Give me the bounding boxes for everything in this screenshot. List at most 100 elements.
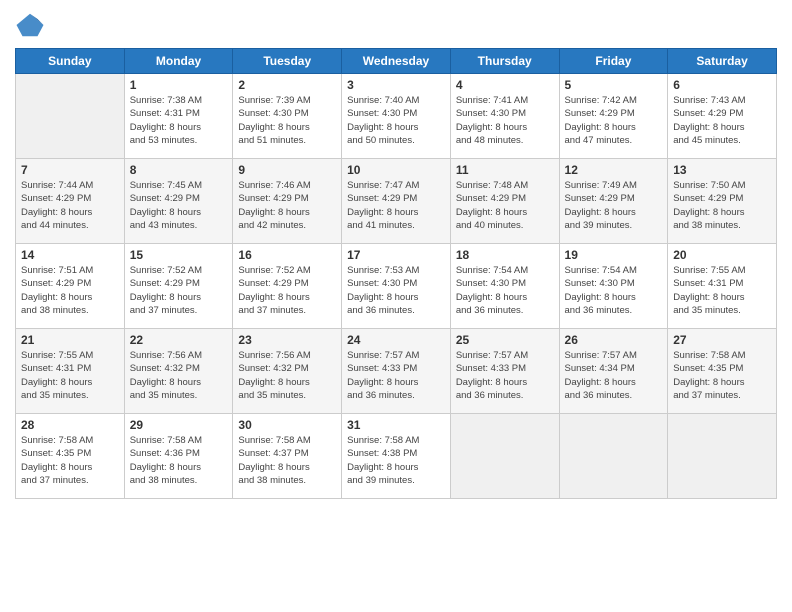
day-info: Sunrise: 7:45 AM Sunset: 4:29 PM Dayligh…: [130, 179, 228, 232]
calendar-cell: 13 Sunrise: 7:50 AM Sunset: 4:29 PM Dayli…: [668, 159, 777, 244]
day-info: Sunrise: 7:57 AM Sunset: 4:33 PM Dayligh…: [347, 349, 445, 402]
day-number: 2: [238, 78, 336, 92]
day-info: Sunrise: 7:48 AM Sunset: 4:29 PM Dayligh…: [456, 179, 554, 232]
week-row-5: 28 Sunrise: 7:58 AM Sunset: 4:35 PM Dayli…: [16, 414, 777, 499]
calendar-cell: 15Sunrise: 7:52 AM Sunset: 4:29 PM Dayli…: [124, 244, 233, 329]
day-info: Sunrise: 7:38 AM Sunset: 4:31 PM Dayligh…: [130, 94, 228, 147]
day-number: 25: [456, 333, 554, 347]
calendar-cell: 24 Sunrise: 7:57 AM Sunset: 4:33 PM Dayli…: [342, 329, 451, 414]
day-number: 8: [130, 163, 228, 177]
calendar-cell: 18Sunrise: 7:54 AM Sunset: 4:30 PM Dayli…: [450, 244, 559, 329]
day-info: Sunrise: 7:56 AM Sunset: 4:32 PM Dayligh…: [238, 349, 336, 402]
weekday-header-friday: Friday: [559, 49, 668, 74]
calendar-cell: 8 Sunrise: 7:45 AM Sunset: 4:29 PM Daylig…: [124, 159, 233, 244]
week-row-2: 7 Sunrise: 7:44 AM Sunset: 4:29 PM Daylig…: [16, 159, 777, 244]
calendar-cell: 6 Sunrise: 7:43 AM Sunset: 4:29 PM Daylig…: [668, 74, 777, 159]
logo: [15, 10, 47, 40]
calendar-cell: [450, 414, 559, 499]
logo-icon: [15, 10, 45, 40]
calendar-cell: 2 Sunrise: 7:39 AM Sunset: 4:30 PM Daylig…: [233, 74, 342, 159]
day-number: 23: [238, 333, 336, 347]
day-info: Sunrise: 7:57 AM Sunset: 4:33 PM Dayligh…: [456, 349, 554, 402]
day-number: 24: [347, 333, 445, 347]
day-info: Sunrise: 7:43 AM Sunset: 4:29 PM Dayligh…: [673, 94, 771, 147]
weekday-header-thursday: Thursday: [450, 49, 559, 74]
calendar-cell: [16, 74, 125, 159]
day-number: 13: [673, 163, 771, 177]
day-info: Sunrise: 7:58 AM Sunset: 4:36 PM Dayligh…: [130, 434, 228, 487]
day-number: 15: [130, 248, 228, 262]
weekday-header-tuesday: Tuesday: [233, 49, 342, 74]
day-number: 10: [347, 163, 445, 177]
calendar-cell: [559, 414, 668, 499]
day-info: Sunrise: 7:55 AM Sunset: 4:31 PM Dayligh…: [673, 264, 771, 317]
day-info: Sunrise: 7:54 AM Sunset: 4:30 PM Dayligh…: [565, 264, 663, 317]
day-info: Sunrise: 7:47 AM Sunset: 4:29 PM Dayligh…: [347, 179, 445, 232]
calendar-cell: 28 Sunrise: 7:58 AM Sunset: 4:35 PM Dayli…: [16, 414, 125, 499]
day-number: 19: [565, 248, 663, 262]
day-number: 27: [673, 333, 771, 347]
weekday-header-saturday: Saturday: [668, 49, 777, 74]
page: SundayMondayTuesdayWednesdayThursdayFrid…: [0, 0, 792, 612]
calendar-cell: 1 Sunrise: 7:38 AM Sunset: 4:31 PM Daylig…: [124, 74, 233, 159]
week-row-1: 1 Sunrise: 7:38 AM Sunset: 4:31 PM Daylig…: [16, 74, 777, 159]
week-row-3: 14 Sunrise: 7:51 AM Sunset: 4:29 PM Dayli…: [16, 244, 777, 329]
day-info: Sunrise: 7:52 AM Sunset: 4:29 PM Dayligh…: [238, 264, 336, 317]
calendar-cell: 23 Sunrise: 7:56 AM Sunset: 4:32 PM Dayli…: [233, 329, 342, 414]
calendar-cell: 22Sunrise: 7:56 AM Sunset: 4:32 PM Dayli…: [124, 329, 233, 414]
day-info: Sunrise: 7:58 AM Sunset: 4:35 PM Dayligh…: [21, 434, 119, 487]
day-number: 21: [21, 333, 119, 347]
weekday-header-sunday: Sunday: [16, 49, 125, 74]
day-number: 4: [456, 78, 554, 92]
calendar-cell: 3 Sunrise: 7:40 AM Sunset: 4:30 PM Daylig…: [342, 74, 451, 159]
day-number: 7: [21, 163, 119, 177]
day-info: Sunrise: 7:40 AM Sunset: 4:30 PM Dayligh…: [347, 94, 445, 147]
calendar-cell: 26 Sunrise: 7:57 AM Sunset: 4:34 PM Dayli…: [559, 329, 668, 414]
day-info: Sunrise: 7:57 AM Sunset: 4:34 PM Dayligh…: [565, 349, 663, 402]
day-info: Sunrise: 7:46 AM Sunset: 4:29 PM Dayligh…: [238, 179, 336, 232]
day-info: Sunrise: 7:58 AM Sunset: 4:35 PM Dayligh…: [673, 349, 771, 402]
day-number: 30: [238, 418, 336, 432]
weekday-header-monday: Monday: [124, 49, 233, 74]
day-info: Sunrise: 7:42 AM Sunset: 4:29 PM Dayligh…: [565, 94, 663, 147]
day-number: 17: [347, 248, 445, 262]
day-number: 31: [347, 418, 445, 432]
calendar-cell: 11 Sunrise: 7:48 AM Sunset: 4:29 PM Dayli…: [450, 159, 559, 244]
calendar-cell: 19 Sunrise: 7:54 AM Sunset: 4:30 PM Dayli…: [559, 244, 668, 329]
day-number: 16: [238, 248, 336, 262]
calendar-cell: 5Sunrise: 7:42 AM Sunset: 4:29 PM Daylig…: [559, 74, 668, 159]
calendar-cell: 30Sunrise: 7:58 AM Sunset: 4:37 PM Dayli…: [233, 414, 342, 499]
day-number: 9: [238, 163, 336, 177]
calendar-header: SundayMondayTuesdayWednesdayThursdayFrid…: [16, 49, 777, 74]
day-number: 26: [565, 333, 663, 347]
day-info: Sunrise: 7:53 AM Sunset: 4:30 PM Dayligh…: [347, 264, 445, 317]
day-info: Sunrise: 7:50 AM Sunset: 4:29 PM Dayligh…: [673, 179, 771, 232]
calendar-cell: 4 Sunrise: 7:41 AM Sunset: 4:30 PM Daylig…: [450, 74, 559, 159]
day-number: 14: [21, 248, 119, 262]
day-number: 28: [21, 418, 119, 432]
calendar-cell: 21Sunrise: 7:55 AM Sunset: 4:31 PM Dayli…: [16, 329, 125, 414]
day-info: Sunrise: 7:49 AM Sunset: 4:29 PM Dayligh…: [565, 179, 663, 232]
day-number: 6: [673, 78, 771, 92]
day-number: 3: [347, 78, 445, 92]
day-number: 11: [456, 163, 554, 177]
calendar-cell: 20Sunrise: 7:55 AM Sunset: 4:31 PM Dayli…: [668, 244, 777, 329]
calendar-cell: [668, 414, 777, 499]
calendar-cell: 9 Sunrise: 7:46 AM Sunset: 4:29 PM Daylig…: [233, 159, 342, 244]
day-info: Sunrise: 7:56 AM Sunset: 4:32 PM Dayligh…: [130, 349, 228, 402]
day-info: Sunrise: 7:54 AM Sunset: 4:30 PM Dayligh…: [456, 264, 554, 317]
calendar-cell: 14 Sunrise: 7:51 AM Sunset: 4:29 PM Dayli…: [16, 244, 125, 329]
day-info: Sunrise: 7:39 AM Sunset: 4:30 PM Dayligh…: [238, 94, 336, 147]
day-number: 1: [130, 78, 228, 92]
weekday-header-wednesday: Wednesday: [342, 49, 451, 74]
day-info: Sunrise: 7:41 AM Sunset: 4:30 PM Dayligh…: [456, 94, 554, 147]
weekday-header-row: SundayMondayTuesdayWednesdayThursdayFrid…: [16, 49, 777, 74]
calendar-cell: 31 Sunrise: 7:58 AM Sunset: 4:38 PM Dayli…: [342, 414, 451, 499]
day-number: 29: [130, 418, 228, 432]
calendar-cell: 12Sunrise: 7:49 AM Sunset: 4:29 PM Dayli…: [559, 159, 668, 244]
day-info: Sunrise: 7:58 AM Sunset: 4:38 PM Dayligh…: [347, 434, 445, 487]
calendar-cell: 7 Sunrise: 7:44 AM Sunset: 4:29 PM Daylig…: [16, 159, 125, 244]
day-info: Sunrise: 7:44 AM Sunset: 4:29 PM Dayligh…: [21, 179, 119, 232]
day-info: Sunrise: 7:51 AM Sunset: 4:29 PM Dayligh…: [21, 264, 119, 317]
calendar-cell: 27 Sunrise: 7:58 AM Sunset: 4:35 PM Dayli…: [668, 329, 777, 414]
